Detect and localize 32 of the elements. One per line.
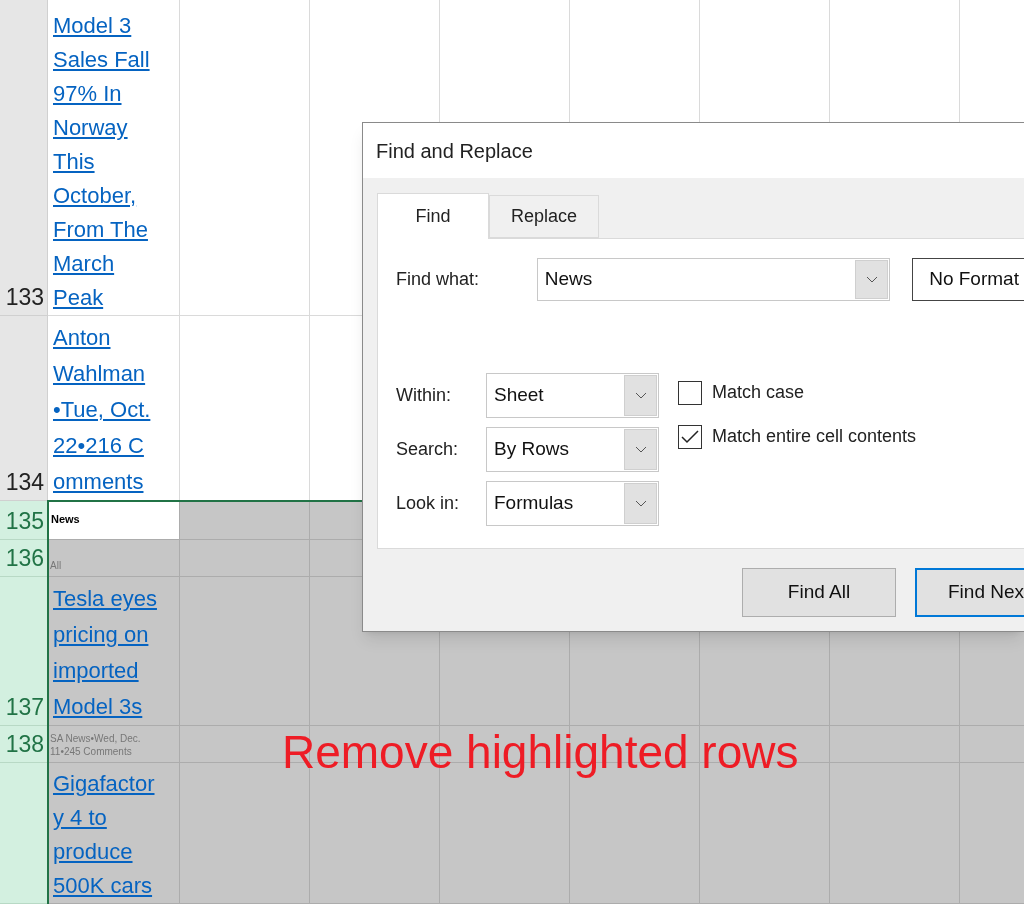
checkbox[interactable]	[678, 424, 702, 449]
tab[interactable]: Find	[377, 193, 489, 239]
row-header[interactable]: 135	[0, 501, 48, 540]
dialog-button[interactable]: Find Nex	[915, 568, 1024, 617]
row-header[interactable]	[0, 763, 48, 904]
hyperlink[interactable]: Model 3 Sales Fall 97% In Norway This October, From The March Peak	[48, 9, 179, 315]
format-button[interactable]: No Format	[912, 258, 1024, 301]
field-label: Search:	[396, 438, 460, 461]
tab[interactable]: Replace	[489, 195, 599, 238]
field-label: Within:	[396, 384, 452, 407]
row-header[interactable]: 137	[0, 577, 48, 726]
dropdown[interactable]: Formulas	[486, 481, 659, 526]
cell-text: News	[50, 511, 81, 527]
checkbox-label[interactable]: Match case	[712, 379, 805, 406]
row-header[interactable]: 133	[0, 0, 48, 316]
cell-text: SA News•Wed, Dec. 11•245 Comments	[49, 732, 142, 759]
hyperlink[interactable]: Tesla eyes pricing on imported Model 3s	[48, 581, 179, 725]
checkbox-label[interactable]: Match entire cell contents	[712, 423, 917, 450]
dropdown[interactable]: Sheet	[486, 373, 659, 418]
dialog-button[interactable]: Find All	[742, 568, 896, 617]
checkbox[interactable]	[678, 380, 702, 405]
row-header[interactable]: 134	[0, 316, 48, 501]
row-header[interactable]: 136	[0, 540, 48, 577]
field-label: Look in:	[396, 492, 461, 515]
row-header[interactable]: 138	[0, 726, 48, 763]
find-what-combobox[interactable]: News	[536, 258, 891, 301]
dropdown[interactable]: By Rows	[486, 427, 659, 472]
cell-text: All	[49, 559, 63, 573]
dialog-title: Find and Replace	[376, 138, 533, 164]
hyperlink[interactable]: Anton Wahlman •Tue, Oct. 22•216 C omments	[48, 320, 179, 500]
field-label: Find what:	[396, 268, 481, 291]
annotation-text: Remove highlighted rows	[282, 725, 799, 780]
